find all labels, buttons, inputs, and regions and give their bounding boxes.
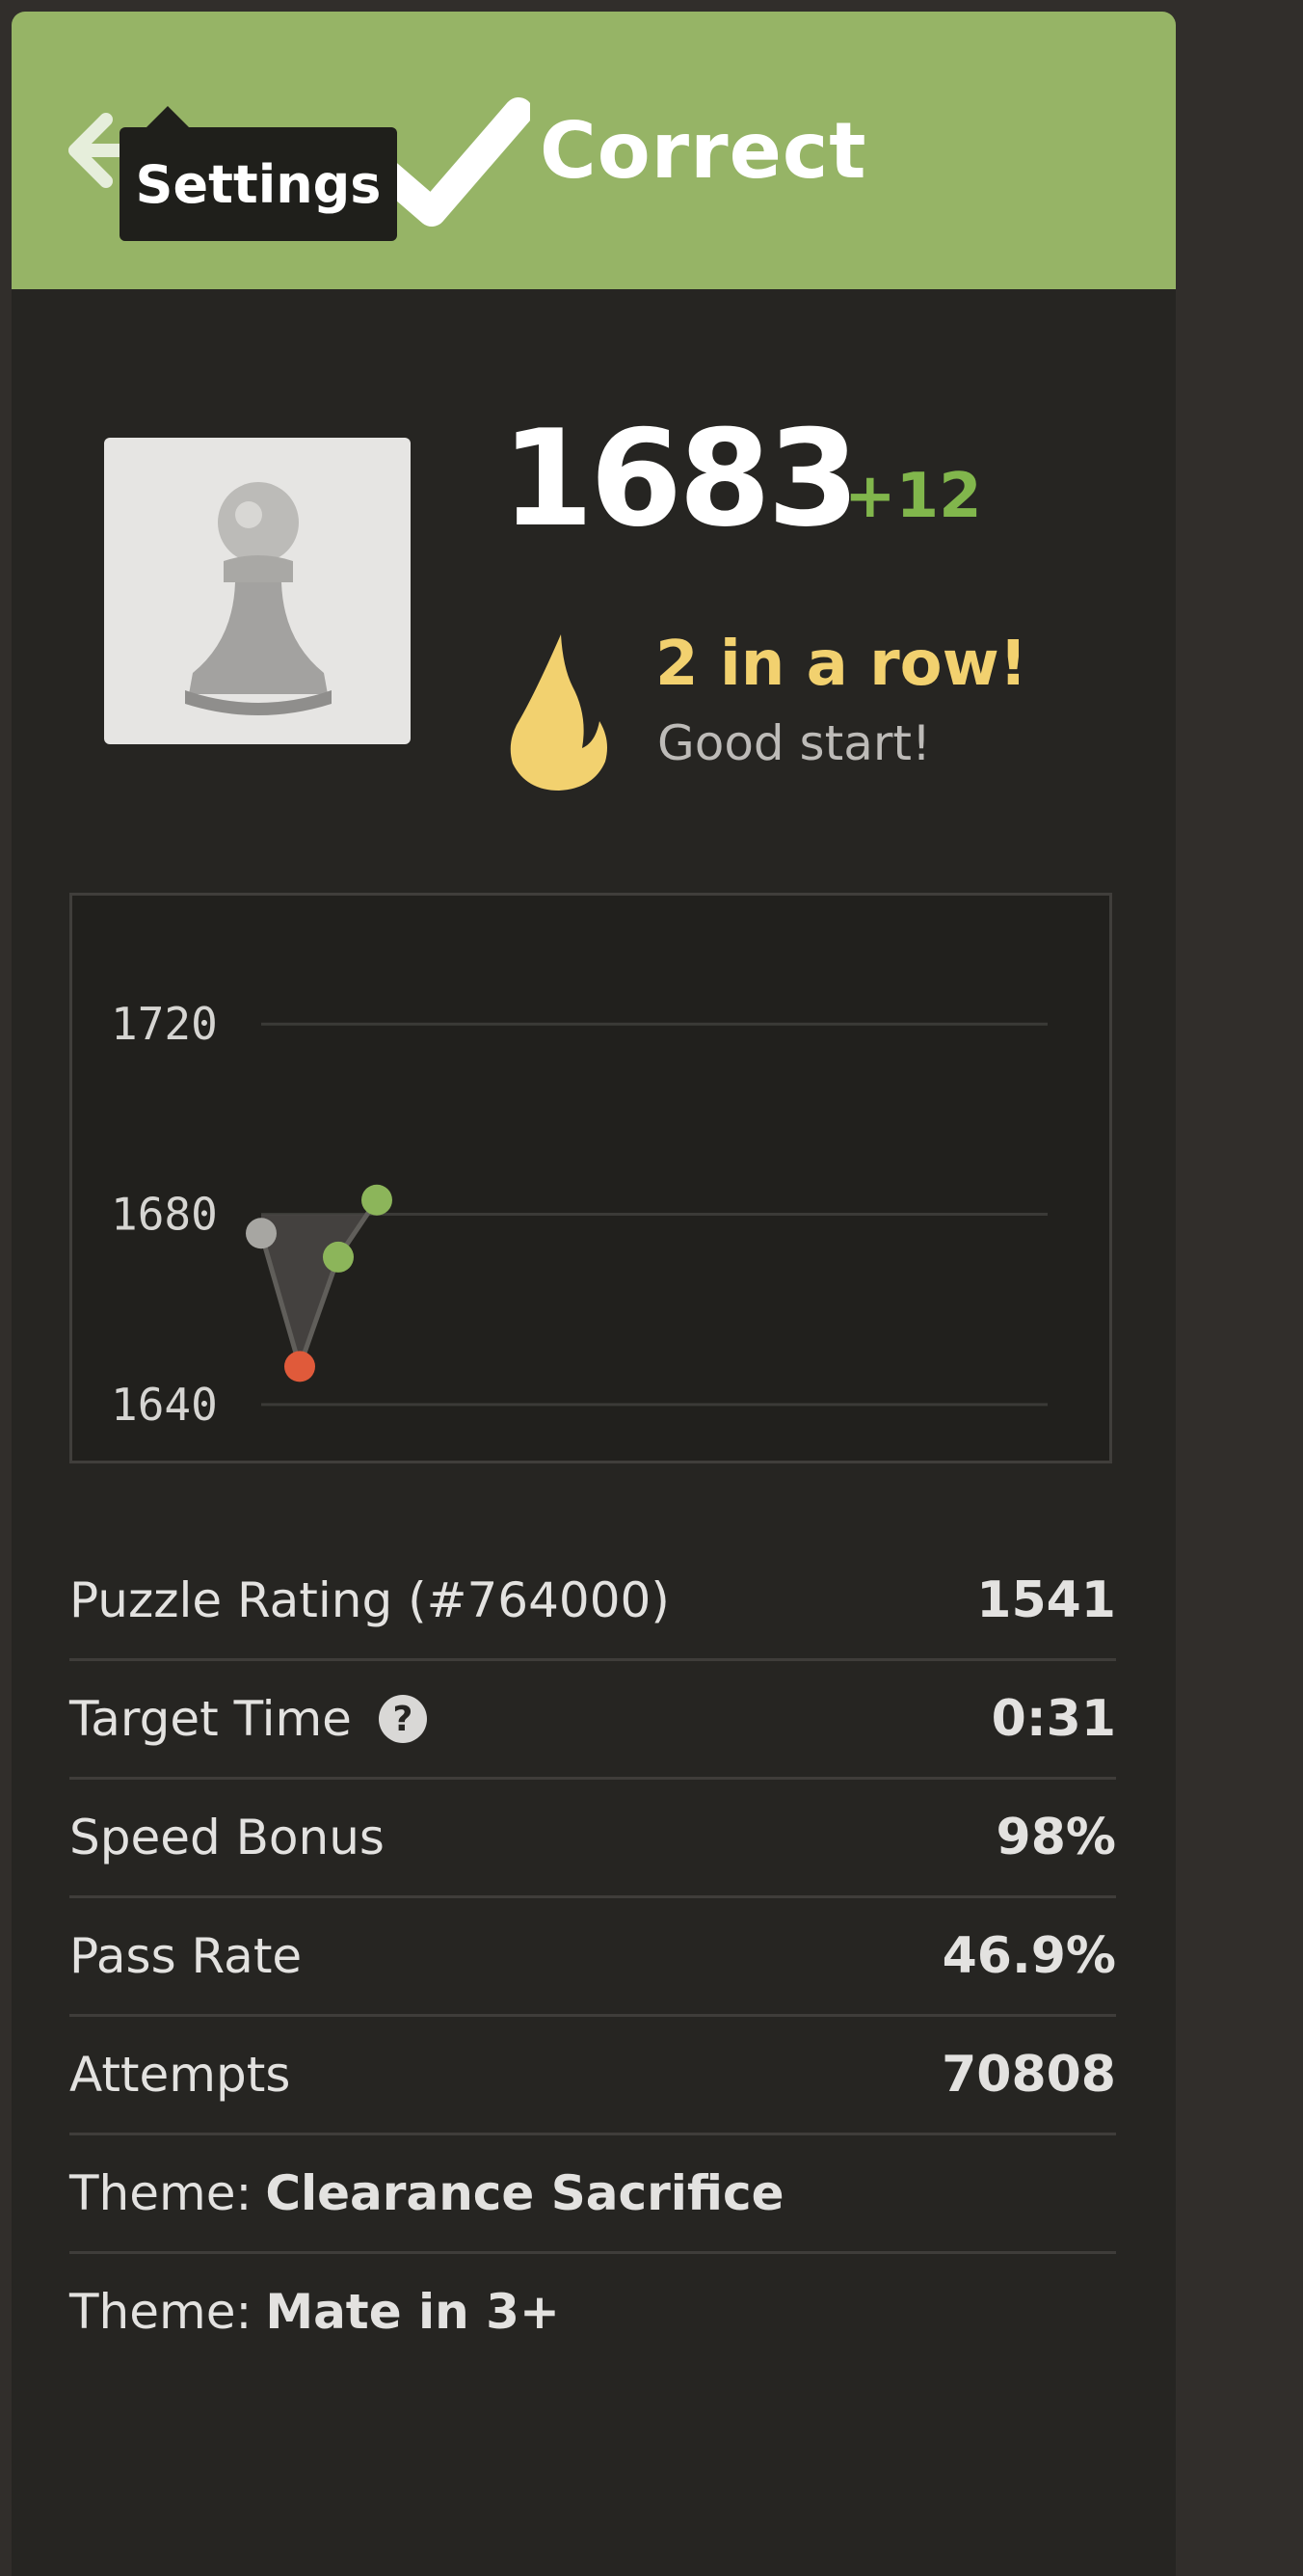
streak-message: Good start! — [657, 715, 932, 771]
stat-value: 46.9% — [942, 1927, 1116, 1985]
theme-row[interactable]: Theme: Clearance Sacrifice — [69, 2135, 1116, 2254]
puzzle-result-panel: Correct Settings 1683 +12 2 in a row! Go… — [12, 12, 1176, 2576]
result-title: Correct — [540, 106, 867, 196]
data-point — [323, 1241, 354, 1273]
theme-prefix: Theme: — [69, 2165, 253, 2221]
stat-label: Speed Bonus — [69, 1810, 385, 1865]
streak-count: 2 in a row! — [655, 629, 1027, 700]
stat-label: Attempts — [69, 2047, 291, 2103]
help-icon[interactable]: ? — [378, 1695, 427, 1743]
stat-label-wrap: Target Time ? — [69, 1691, 427, 1747]
stat-row-speed-bonus: Speed Bonus 98% — [69, 1780, 1116, 1898]
rating-change: +12 — [844, 461, 982, 532]
stat-value: 0:31 — [991, 1690, 1116, 1748]
result-header: Correct Settings — [12, 12, 1176, 289]
settings-tooltip: Settings — [120, 127, 397, 241]
theme-name[interactable]: Clearance Sacrifice — [265, 2165, 784, 2221]
stat-label: Puzzle Rating (#764000) — [69, 1572, 670, 1628]
stat-value: 98% — [996, 1809, 1116, 1866]
stat-value: 70808 — [942, 2046, 1116, 2104]
theme-row[interactable]: Theme: Mate in 3+ — [69, 2254, 1116, 2370]
avatar[interactable] — [104, 438, 411, 744]
stat-row-pass-rate: Pass Rate 46.9% — [69, 1898, 1116, 2017]
data-point — [284, 1351, 315, 1382]
data-point — [361, 1184, 392, 1216]
stat-label: Target Time — [69, 1691, 352, 1747]
stat-label: Pass Rate — [69, 1928, 303, 1984]
y-tick-label: 1720 — [111, 998, 218, 1050]
stat-value: 1541 — [976, 1571, 1116, 1629]
theme-label: Theme: Clearance Sacrifice — [69, 2165, 784, 2221]
y-tick-label: 1680 — [111, 1189, 218, 1241]
theme-name[interactable]: Mate in 3+ — [265, 2284, 560, 2340]
data-point — [246, 1218, 277, 1249]
rating-chart-svg: 1720 1680 1640 — [111, 998, 1048, 1431]
flame-icon — [510, 634, 607, 791]
stat-row-target-time: Target Time ? 0:31 — [69, 1661, 1116, 1780]
theme-label: Theme: Mate in 3+ — [69, 2284, 560, 2340]
y-tick-label: 1640 — [111, 1379, 218, 1431]
rating-chart: 1720 1680 1640 — [69, 893, 1112, 1463]
stat-row-puzzle-rating: Puzzle Rating (#764000) 1541 — [69, 1543, 1116, 1661]
theme-prefix: Theme: — [69, 2284, 253, 2340]
player-rating: 1683 — [501, 401, 860, 556]
pawn-avatar-icon — [185, 482, 332, 715]
tooltip-arrow — [145, 106, 191, 129]
stat-row-attempts: Attempts 70808 — [69, 2017, 1116, 2135]
puzzle-stats: Puzzle Rating (#764000) 1541 Target Time… — [69, 1543, 1116, 2370]
